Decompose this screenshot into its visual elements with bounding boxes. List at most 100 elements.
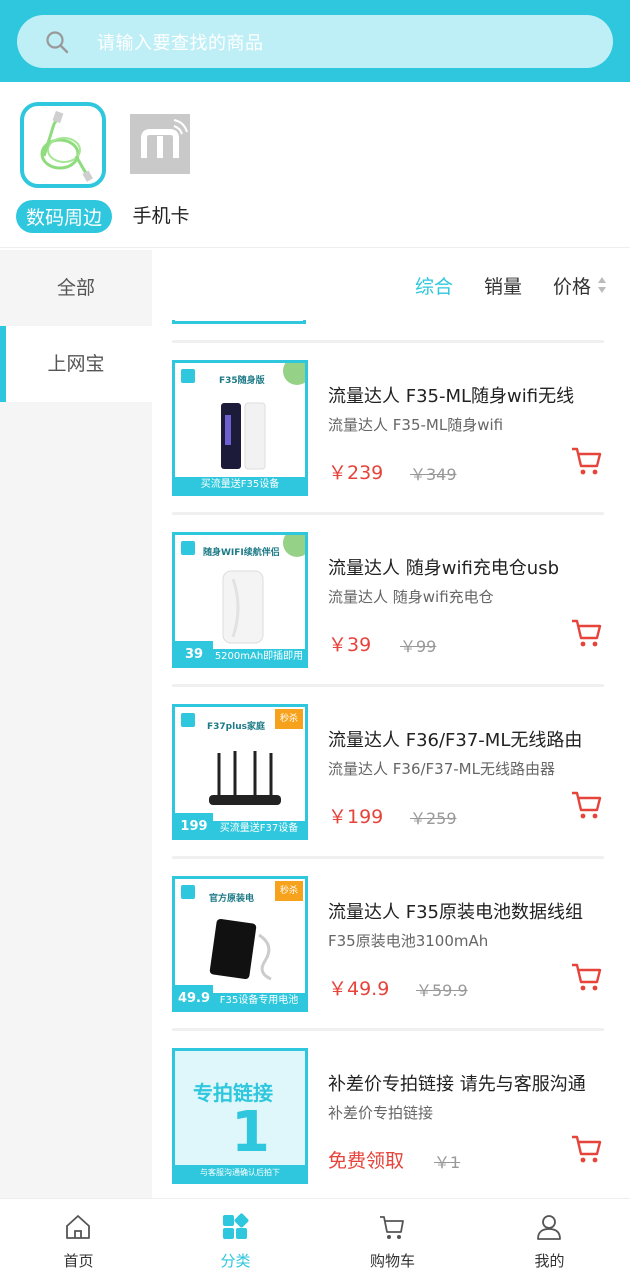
product-card[interactable]: 随身WIFI续航伴侣 39 5200mAh即插即用 流量达人 随身wifi充电仓…: [172, 532, 604, 668]
product-price: ￥49.9: [328, 978, 390, 1000]
image-banner: 买流量送F37设备: [213, 821, 305, 837]
image-price-tag: 49.9: [175, 985, 213, 1009]
brand-logo-icon: [181, 541, 195, 555]
product-image: 专拍链接 1 与客服沟通确认后拍下: [172, 1048, 308, 1184]
image-heading: F37plus家庭: [207, 722, 265, 732]
wifi-device-icon: [221, 402, 266, 470]
product-subtitle: 流量达人 随身wifi充电仓: [328, 588, 494, 606]
product-image: F35随身版 买流量送F35设备: [172, 360, 308, 496]
product-title: 流量达人 F35原装电池数据线组: [328, 902, 583, 923]
search-placeholder: 请输入要查找的商品: [97, 33, 264, 54]
image-banner: F35设备专用电池: [213, 993, 305, 1009]
partial-product-image: [172, 320, 306, 324]
product-title: 补差价专拍链接 请先与客服沟通: [328, 1074, 586, 1095]
tab-label: 首页: [63, 1252, 94, 1270]
add-to-cart-icon[interactable]: [570, 1134, 604, 1164]
bottom-tab-bar: 首页 分类 购物车 我的: [0, 1198, 630, 1280]
add-to-cart-icon[interactable]: [570, 962, 604, 992]
product-image: 秒杀 官方原装电 49.9 F35设备专用电池: [172, 876, 308, 1012]
image-price-tag: 199: [175, 813, 213, 837]
product-title: 流量达人 F35-ML随身wifi无线: [328, 386, 575, 407]
category-item-simcard[interactable]: 手机卡: [126, 114, 196, 228]
product-image: 随身WIFI续航伴侣 39 5200mAh即插即用: [172, 532, 308, 668]
category-item-digital[interactable]: 数码周边: [9, 102, 119, 233]
brand-logo-icon: [181, 713, 195, 727]
user-icon: [537, 1215, 561, 1240]
product-price: 免费领取: [328, 1150, 405, 1172]
product-subtitle: F35原装电池3100mAh: [328, 932, 489, 950]
product-card[interactable]: 秒杀 官方原装电 49.9 F35设备专用电池 流量达人 F35原装电池数据线组…: [172, 876, 604, 1012]
divider: [172, 856, 604, 859]
product-title: 流量达人 随身wifi充电仓usb: [328, 558, 559, 579]
brand-logo-icon: [181, 885, 195, 899]
product-subtitle: 补差价专拍链接: [328, 1104, 434, 1122]
image-heading: F35随身版: [219, 376, 265, 386]
product-original-price: ￥349: [410, 465, 457, 484]
divider: [172, 512, 604, 515]
product-image: 秒杀 F37plus家庭 199 买流量送F37设备: [172, 704, 308, 840]
product-title: 流量达人 F36/F37-ML无线路由: [328, 730, 583, 751]
category-thumb: [20, 102, 106, 188]
router-icon: [209, 751, 281, 805]
flash-sale-tag: 秒杀: [275, 709, 303, 729]
product-card[interactable]: F35随身版 买流量送F35设备 流量达人 F35-ML随身wifi无线 流量达…: [172, 360, 604, 496]
header: 请输入要查找的商品: [0, 0, 630, 82]
tab-home[interactable]: 首页: [0, 1199, 157, 1280]
leaf-decoration: [283, 535, 305, 557]
tab-category[interactable]: 分类: [157, 1199, 314, 1280]
tab-mine[interactable]: 我的: [471, 1199, 628, 1280]
product-original-price: ￥59.9: [416, 981, 468, 1000]
product-price: ￥199: [328, 806, 384, 828]
add-to-cart-icon[interactable]: [570, 790, 604, 820]
sidebar: 全部 上网宝: [0, 250, 152, 1198]
product-subtitle: 流量达人 F35-ML随身wifi: [328, 416, 504, 434]
sort-sales[interactable]: 销量: [484, 272, 522, 299]
tab-label: 分类: [220, 1252, 251, 1270]
divider: [172, 1028, 604, 1031]
image-big-number: 1: [231, 1100, 270, 1165]
sort-bar: 综合 销量 价格: [152, 250, 630, 320]
search-icon: [46, 31, 69, 54]
brand-logo-icon: [181, 369, 195, 383]
product-subtitle: 流量达人 F36/F37-ML无线路由器: [328, 760, 555, 778]
image-banner: 与客服沟通确认后拍下: [175, 1165, 305, 1181]
add-to-cart-icon[interactable]: [570, 618, 604, 648]
image-heading: 官方原装电: [209, 894, 255, 904]
divider: [172, 340, 604, 343]
cable-icon: [40, 110, 93, 182]
category-bar: 数码周边 手机卡: [0, 82, 630, 248]
image-banner: 买流量送F35设备: [175, 477, 305, 493]
tab-label: 购物车: [369, 1252, 415, 1270]
product-price: ￥39: [328, 634, 372, 656]
tab-cart[interactable]: 购物车: [314, 1199, 471, 1280]
flash-sale-tag: 秒杀: [275, 881, 303, 901]
product-original-price: ￥99: [400, 637, 437, 656]
image-heading: 随身WIFI续航伴侣: [203, 548, 280, 558]
divider: [172, 684, 604, 687]
sidebar-item-all[interactable]: 全部: [0, 250, 152, 326]
product-list: F35随身版 买流量送F35设备 流量达人 F35-ML随身wifi无线 流量达…: [152, 320, 630, 1198]
power-bank-icon: [222, 570, 264, 644]
leaf-decoration: [283, 363, 305, 385]
battery-icon: [209, 919, 272, 981]
sort-comprehensive[interactable]: 综合: [415, 272, 453, 299]
search-bar[interactable]: 请输入要查找的商品: [17, 15, 613, 68]
category-grid-icon: [223, 1213, 249, 1239]
product-card[interactable]: 秒杀 F37plus家庭 199 买流量送F37设备 流量达人 F36/F37-…: [172, 704, 604, 840]
image-price-tag: 39: [175, 641, 213, 665]
product-original-price: ￥259: [410, 809, 457, 828]
category-label: 数码周边: [15, 200, 112, 233]
sidebar-item-hotspot[interactable]: 上网宝: [0, 326, 152, 402]
category-label: 手机卡: [132, 205, 190, 227]
home-icon: [66, 1215, 90, 1239]
product-card[interactable]: 专拍链接 1 与客服沟通确认后拍下 补差价专拍链接 请先与客服沟通 补差价专拍链…: [172, 1048, 604, 1184]
image-banner: 5200mAh即插即用: [213, 649, 305, 665]
product-original-price: ￥1: [434, 1153, 461, 1172]
sim-logo-icon: [130, 114, 190, 174]
tab-label: 我的: [534, 1252, 565, 1270]
cart-icon: [380, 1216, 404, 1239]
sort-arrows-icon: [598, 277, 606, 293]
sort-price[interactable]: 价格: [553, 272, 591, 299]
add-to-cart-icon[interactable]: [570, 446, 604, 476]
product-price: ￥239: [328, 462, 384, 484]
